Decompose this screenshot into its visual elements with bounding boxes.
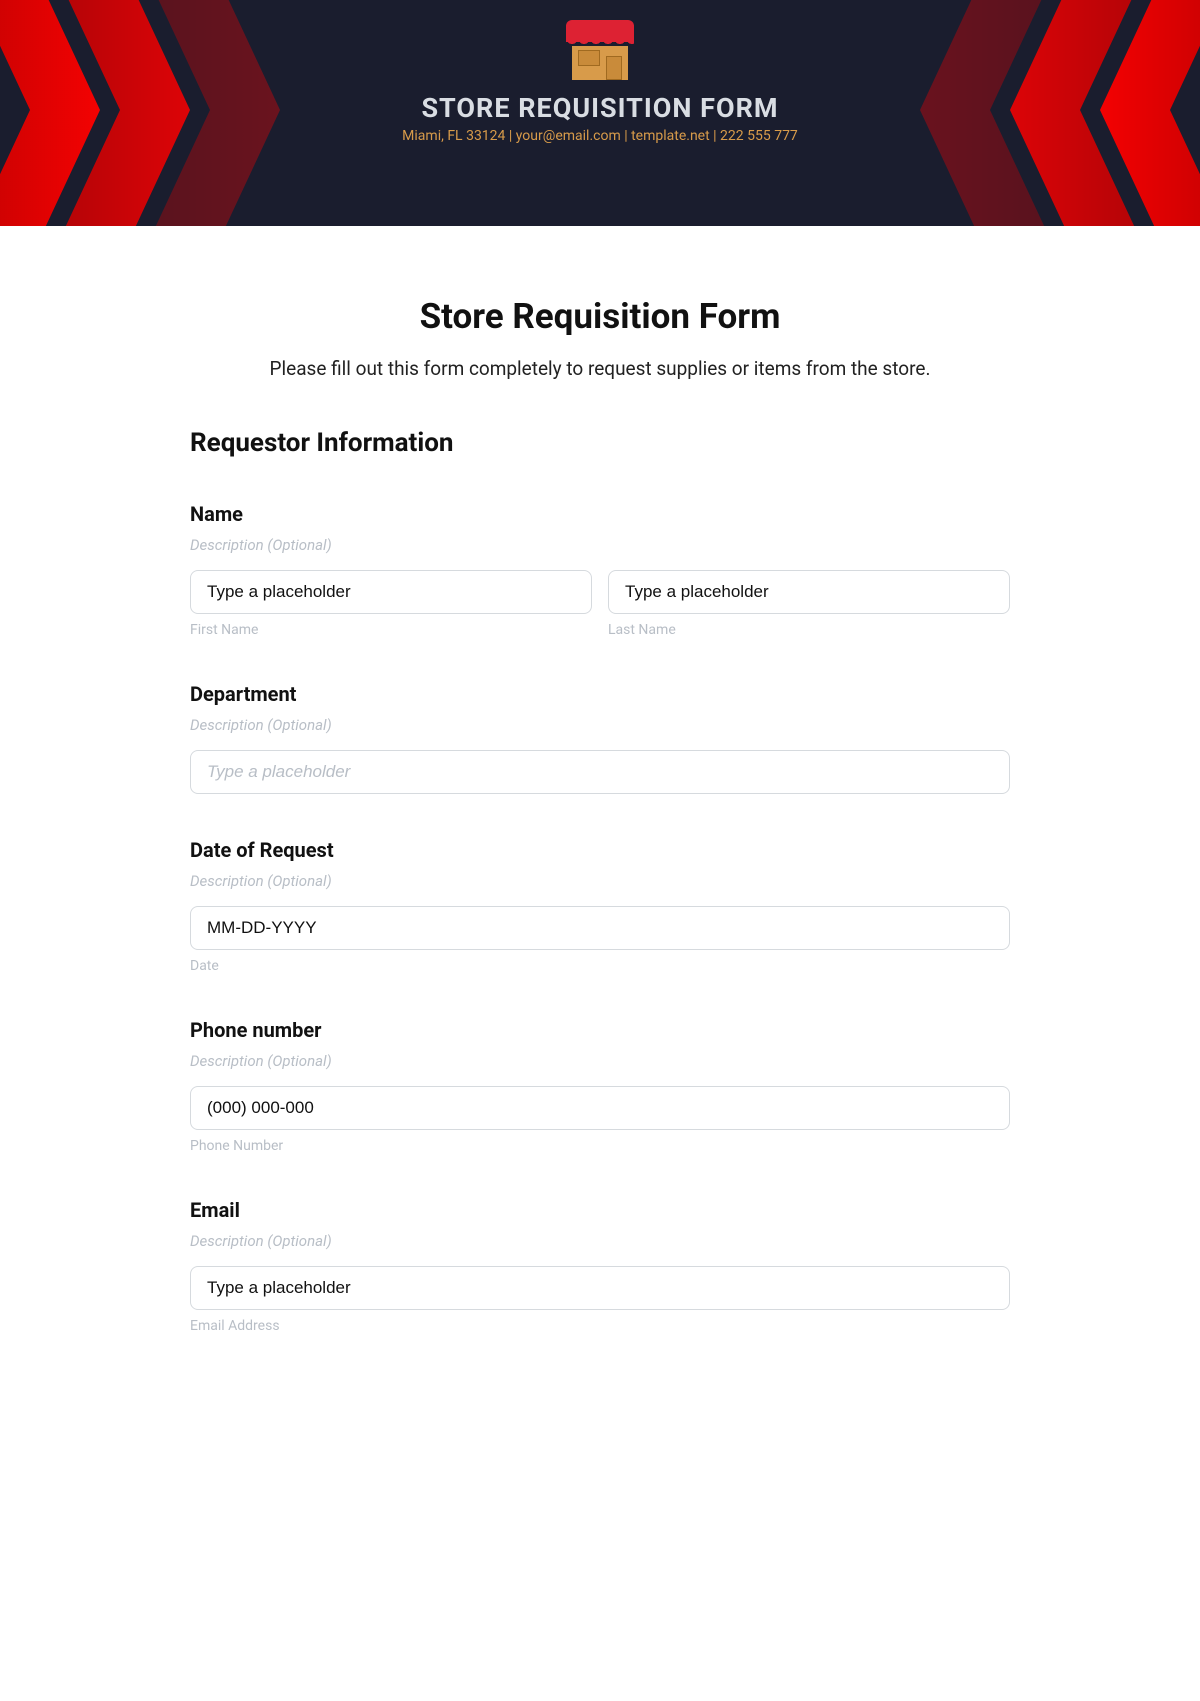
email-input[interactable] (190, 1266, 1010, 1310)
page-intro: Please fill out this form completely to … (190, 357, 1010, 380)
section-requestor-info: Requestor Information (190, 428, 1010, 458)
field-date-label: Date of Request (190, 838, 1010, 862)
date-input[interactable] (190, 906, 1010, 950)
banner: STORE REQUISITION FORM Miami, FL 33124 |… (0, 0, 1200, 226)
date-sublabel: Date (190, 958, 1010, 974)
phone-input[interactable] (190, 1086, 1010, 1130)
email-sublabel: Email Address (190, 1318, 1010, 1334)
first-name-sublabel: First Name (190, 622, 592, 638)
field-phone-label: Phone number (190, 1018, 1010, 1042)
field-name-desc: Description (Optional) (190, 536, 1010, 554)
phone-sublabel: Phone Number (190, 1138, 1010, 1154)
field-email-desc: Description (Optional) (190, 1232, 1010, 1250)
field-email-label: Email (190, 1198, 1010, 1222)
field-date-desc: Description (Optional) (190, 872, 1010, 890)
field-date: Date of Request Description (Optional) D… (190, 838, 1010, 974)
field-department: Department Description (Optional) (190, 682, 1010, 794)
field-email: Email Description (Optional) Email Addre… (190, 1198, 1010, 1334)
form-content: Store Requisition Form Please fill out t… (190, 296, 1010, 1334)
field-department-label: Department (190, 682, 1010, 706)
store-icon (566, 20, 634, 80)
banner-title: STORE REQUISITION FORM (0, 92, 1200, 124)
last-name-input[interactable] (608, 570, 1010, 614)
field-department-desc: Description (Optional) (190, 716, 1010, 734)
last-name-sublabel: Last Name (608, 622, 1010, 638)
first-name-input[interactable] (190, 570, 592, 614)
field-phone-desc: Description (Optional) (190, 1052, 1010, 1070)
field-name-label: Name (190, 502, 1010, 526)
department-input[interactable] (190, 750, 1010, 794)
field-phone: Phone number Description (Optional) Phon… (190, 1018, 1010, 1154)
banner-subtitle: Miami, FL 33124 | your@email.com | templ… (0, 128, 1200, 144)
field-name: Name Description (Optional) First Name L… (190, 502, 1010, 638)
page-title: Store Requisition Form (190, 296, 1010, 337)
